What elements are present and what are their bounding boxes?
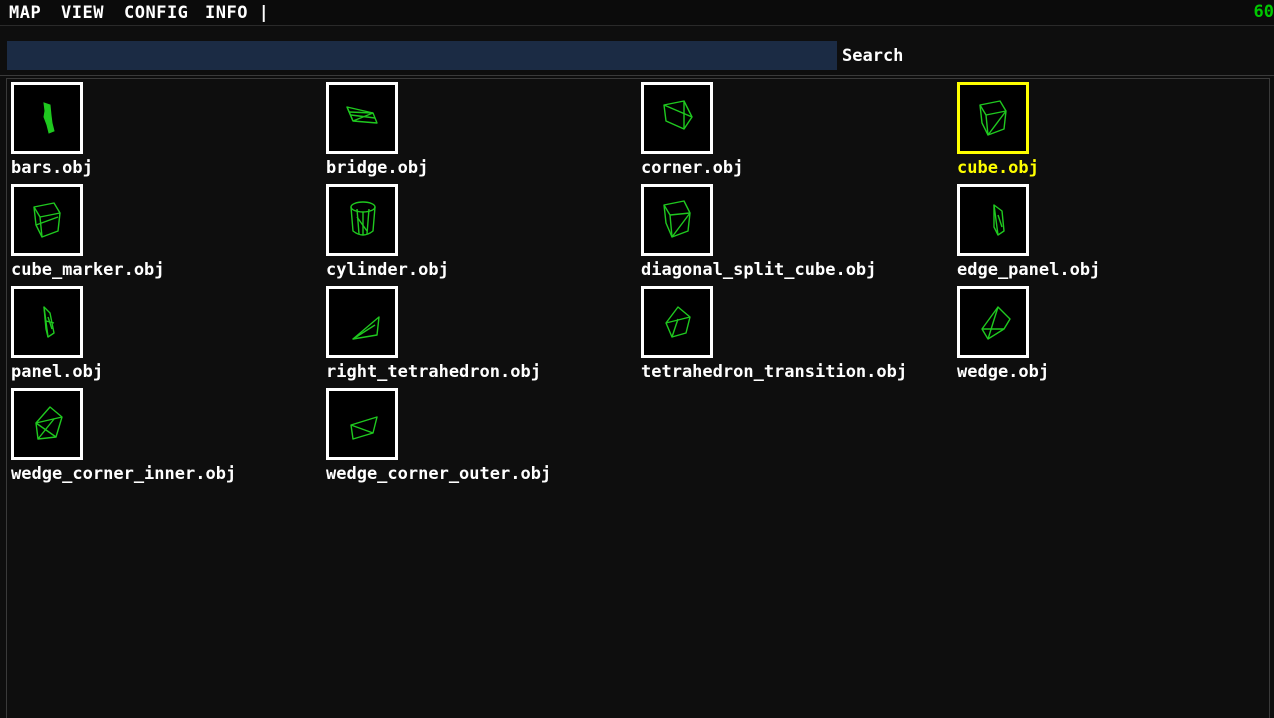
edge-panel-model-icon <box>957 184 1029 256</box>
model-tile-wedge-corner-outer[interactable]: wedge_corner_outer.obj <box>326 388 636 490</box>
tetrahedron-transition-model-icon <box>641 286 713 358</box>
model-tile-wedge-corner-inner[interactable]: wedge_corner_inner.obj <box>11 388 321 490</box>
corner-model-icon <box>641 82 713 154</box>
model-label: bars.obj <box>11 158 93 178</box>
menu-bar: MAP VIEW CONFIG INFO | 60 <box>0 0 1274 26</box>
model-tile-cube[interactable]: cube.obj <box>957 82 1267 184</box>
model-label: cube.obj <box>957 158 1039 178</box>
model-tile-bars[interactable]: bars.obj <box>11 82 321 184</box>
model-label: edge_panel.obj <box>957 260 1101 280</box>
model-label: wedge_corner_outer.obj <box>326 464 552 484</box>
cube-model-icon <box>957 82 1029 154</box>
model-tile-bridge[interactable]: bridge.obj <box>326 82 636 184</box>
model-label: wedge_corner_inner.obj <box>11 464 237 484</box>
model-label: cylinder.obj <box>326 260 449 280</box>
model-label: bridge.obj <box>326 158 429 178</box>
model-label: corner.obj <box>641 158 744 178</box>
model-label: wedge.obj <box>957 362 1050 382</box>
model-tile-cube-marker[interactable]: cube_marker.obj <box>11 184 321 286</box>
cylinder-model-icon <box>326 184 398 256</box>
panel-model-icon <box>11 286 83 358</box>
menu-map[interactable]: MAP <box>9 3 41 23</box>
model-label: tetrahedron_transition.obj <box>641 362 908 382</box>
search-input[interactable] <box>7 41 837 70</box>
search-label: Search <box>842 46 904 66</box>
cube-marker-model-icon <box>11 184 83 256</box>
bars-model-icon <box>11 82 83 154</box>
model-tile-right-tetrahedron[interactable]: right_tetrahedron.obj <box>326 286 636 388</box>
diagonal-split-cube-model-icon <box>641 184 713 256</box>
search-bar: Search <box>0 34 1274 76</box>
model-browser: bars.obj bridge.obj corner.obj cube.obj … <box>6 78 1270 718</box>
bridge-model-icon <box>326 82 398 154</box>
model-tile-tetrahedron-transition[interactable]: tetrahedron_transition.obj <box>641 286 951 388</box>
model-tile-wedge[interactable]: wedge.obj <box>957 286 1267 388</box>
model-label: right_tetrahedron.obj <box>326 362 541 382</box>
model-label: cube_marker.obj <box>11 260 165 280</box>
model-tile-edge-panel[interactable]: edge_panel.obj <box>957 184 1267 286</box>
model-label: panel.obj <box>11 362 104 382</box>
model-tile-corner[interactable]: corner.obj <box>641 82 951 184</box>
right-tetrahedron-model-icon <box>326 286 398 358</box>
menu-info[interactable]: INFO | <box>205 3 269 23</box>
menu-config[interactable]: CONFIG <box>124 3 188 23</box>
model-tile-panel[interactable]: panel.obj <box>11 286 321 388</box>
model-label: diagonal_split_cube.obj <box>641 260 877 280</box>
model-tile-diagonal-split-cube[interactable]: diagonal_split_cube.obj <box>641 184 951 286</box>
wedge-corner-outer-model-icon <box>326 388 398 460</box>
fps-counter: 60 <box>1253 2 1274 22</box>
menu-view[interactable]: VIEW <box>61 3 104 23</box>
model-tile-cylinder[interactable]: cylinder.obj <box>326 184 636 286</box>
wedge-model-icon <box>957 286 1029 358</box>
wedge-corner-inner-model-icon <box>11 388 83 460</box>
